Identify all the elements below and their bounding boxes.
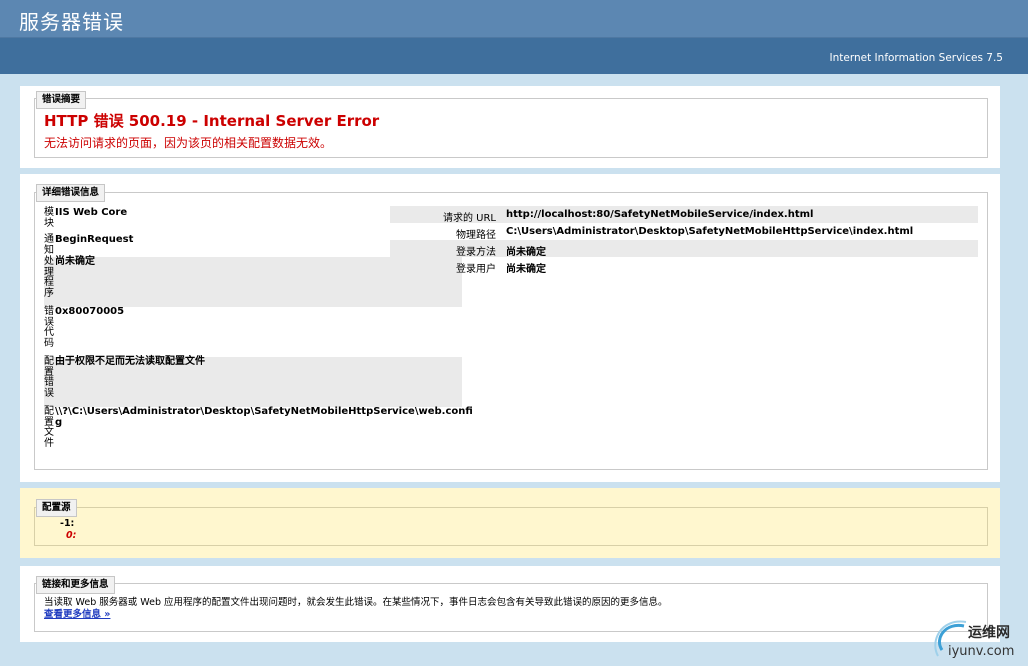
detail-label: 登录方法 [456,247,496,258]
details-right-table: 请求的 URL http://localhost:80/SafetyNetMob… [390,206,978,275]
detail-value: 尚未确定 [506,247,546,258]
config-source-panel: 配置源 -1: 0: [20,488,1000,558]
detail-value: 尚未确定 [506,264,546,275]
product-bar: Internet Information Services 7.5 [0,38,1028,74]
detail-label: 模块 [44,207,54,229]
detail-label: 配置错误 [44,356,54,399]
watermark-url: iyunv.com [948,644,1015,659]
config-source-legend: 配置源 [36,499,77,517]
error-summary-panel: 错误摘要 HTTP 错误 500.19 - Internal Server Er… [20,86,1000,168]
detail-label: 登录用户 [456,264,496,275]
config-line-1: -1: [60,518,75,529]
config-source-frame [34,507,988,546]
detail-row-error-code: 错误代码 0x80070005 [44,306,462,357]
links-legend: 链接和更多信息 [36,576,115,594]
detail-row-config-file: 配置文件 \\?\C:\Users\Administrator\Desktop\… [44,406,473,457]
error-summary-legend: 错误摘要 [36,91,87,109]
error-title: HTTP 错误 500.19 - Internal Server Error [44,112,380,130]
product-name: Internet Information Services 7.5 [829,52,1003,64]
detail-row-physical-path: 物理路径 C:\Users\Administrator\Desktop\Safe… [390,223,978,241]
detail-row-logon-user: 登录用户 尚未确定 [390,257,978,275]
page-title: 服务器错误 [19,10,124,34]
detail-row-url: 请求的 URL http://localhost:80/SafetyNetMob… [390,206,978,224]
detail-value: 由于权限不足而无法读取配置文件 [55,356,205,367]
error-details-legend: 详细错误信息 [36,184,106,202]
detail-value: 0x80070005 [55,306,125,317]
links-panel: 链接和更多信息 当读取 Web 服务器或 Web 应用程序的配置文件出现问题时，… [20,566,1000,642]
more-info-link[interactable]: 查看更多信息 » [44,606,110,620]
title-bar: 服务器错误 [0,0,1028,38]
links-description: 当读取 Web 服务器或 Web 应用程序的配置文件出现问题时，就会发生此错误。… [44,597,668,608]
error-description: 无法访问请求的页面，因为该页的相关配置数据无效。 [44,136,333,150]
watermark-name: 运维网 [968,625,1010,641]
detail-label: 配置文件 [44,406,54,449]
config-line-2: 0: [66,530,77,541]
detail-row-config-error: 配置错误 由于权限不足而无法读取配置文件 [44,356,462,407]
detail-row-logon-method: 登录方法 尚未确定 [390,240,978,258]
detail-value: \\?\C:\Users\Administrator\Desktop\Safet… [55,406,473,428]
detail-value: 尚未确定 [55,256,95,267]
detail-value: BeginRequest [55,234,134,245]
detail-label: 错误代码 [44,306,54,349]
detail-label: 通知 [44,234,54,256]
detail-value: C:\Users\Administrator\Desktop\SafetyNet… [506,226,914,237]
detail-value: IIS Web Core [55,207,128,218]
detail-label: 处理程序 [44,256,54,299]
detail-label: 物理路径 [456,230,496,241]
detail-value: http://localhost:80/SafetyNetMobileServi… [506,209,814,220]
detail-label: 请求的 URL [442,213,496,224]
error-details-panel: 详细错误信息 模块 IIS Web Core 通知 BeginRequest 处… [20,174,1000,482]
